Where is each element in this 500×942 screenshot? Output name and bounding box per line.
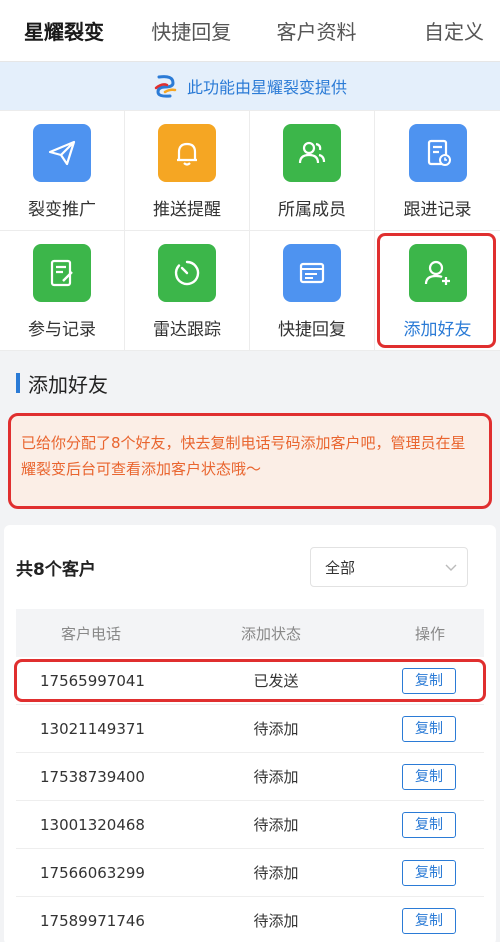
- tab-quick-reply[interactable]: 快捷回复: [151, 16, 276, 45]
- section-accent-bar: [16, 373, 20, 393]
- copy-button[interactable]: 复制: [402, 667, 456, 694]
- tab-xingyao-liebian[interactable]: 星耀裂变: [24, 16, 151, 45]
- grid-item-label: 快捷回复: [278, 320, 346, 340]
- customer-phone: 13021149371: [40, 719, 145, 738]
- customer-phone: 13001320468: [40, 815, 145, 834]
- radar-icon: [158, 244, 216, 302]
- add-status: 已发送: [253, 672, 299, 690]
- copy-button[interactable]: 复制: [402, 715, 456, 742]
- record-icon: [408, 124, 467, 182]
- add-status: 待添加: [253, 768, 299, 786]
- section-header: 添加好友: [0, 353, 500, 413]
- copy-button[interactable]: 复制: [402, 907, 456, 934]
- table-row: 17589971746 待添加 复制: [16, 897, 484, 942]
- add-status: 待添加: [253, 864, 299, 882]
- edit-note-icon: [33, 244, 91, 302]
- grid-item-push-reminder[interactable]: 推送提醒: [125, 111, 250, 231]
- customer-phone: 17565997041: [40, 671, 145, 690]
- grid-item-add-friend[interactable]: 添加好友: [375, 231, 500, 351]
- copy-button[interactable]: 复制: [402, 811, 456, 838]
- status-filter-select[interactable]: 全部: [310, 547, 468, 587]
- brand-logo-icon: [154, 75, 177, 98]
- tab-customer-profile[interactable]: 客户资料: [277, 16, 416, 45]
- bell-icon: [158, 124, 216, 182]
- grid-item-quick-reply[interactable]: 快捷回复: [250, 231, 375, 351]
- table-row: 17565997041 已发送 复制: [14, 657, 486, 705]
- grid-item-label: 裂变推广: [28, 200, 96, 220]
- grid-item-label: 跟进记录: [403, 200, 472, 220]
- list-header: 共8个客户 全部: [16, 525, 484, 609]
- customer-list-card: 共8个客户 全部 客户电话 添加状态 操作 17565997041 已发送 复制…: [4, 525, 496, 942]
- send-icon: [33, 124, 91, 182]
- customer-phone: 17589971746: [40, 911, 145, 930]
- copy-button[interactable]: 复制: [402, 763, 456, 790]
- grid-item-label: 所属成员: [278, 200, 346, 220]
- grid-item-label: 推送提醒: [153, 200, 221, 220]
- grid-item-participation-record[interactable]: 参与记录: [0, 231, 125, 351]
- grid-item-label: 雷达跟踪: [153, 320, 221, 340]
- table-header: 客户电话 添加状态 操作: [16, 609, 484, 657]
- add-user-icon: [408, 244, 467, 302]
- add-status: 待添加: [253, 912, 299, 930]
- customer-phone: 17566063299: [40, 863, 145, 882]
- table-row: 13021149371 待添加 复制: [16, 705, 484, 753]
- grid-item-fission-promotion[interactable]: 裂变推广: [0, 111, 125, 231]
- section-title: 添加好友: [28, 372, 108, 397]
- customer-count: 共8个客户: [16, 559, 96, 580]
- table-row: 17538739400 待添加 复制: [16, 753, 484, 801]
- grid-item-label: 参与记录: [28, 320, 96, 340]
- column-header-phone: 客户电话: [60, 624, 121, 643]
- message-icon: [283, 244, 341, 302]
- notice-message: 已给你分配了8个好友，快去复制电话号码添加客户吧，管理员在星耀裂变后台可查看添加…: [8, 413, 492, 509]
- feature-grid: 裂变推广 推送提醒 所属成员 跟进记录 参与记录 雷达跟踪 快捷回复 添加好友: [0, 110, 500, 351]
- table-row: 17566063299 待添加 复制: [16, 849, 484, 897]
- add-status: 待添加: [253, 720, 299, 738]
- add-status: 待添加: [253, 816, 299, 834]
- status-filter-value: 全部: [325, 558, 356, 577]
- customer-phone: 17538739400: [40, 767, 145, 786]
- column-header-action: 操作: [414, 624, 445, 643]
- provider-banner: 此功能由星耀裂变提供: [0, 62, 500, 110]
- tab-custom[interactable]: 自定义: [416, 16, 484, 45]
- banner-text: 此功能由星耀裂变提供: [186, 78, 347, 97]
- grid-item-members[interactable]: 所属成员: [250, 111, 375, 231]
- copy-button[interactable]: 复制: [402, 859, 456, 886]
- column-header-status: 添加状态: [240, 624, 301, 643]
- grid-item-follow-up-record[interactable]: 跟进记录: [375, 111, 500, 231]
- users-icon: [283, 124, 341, 182]
- grid-item-radar-tracking[interactable]: 雷达跟踪: [125, 231, 250, 351]
- table-row: 13001320468 待添加 复制: [16, 801, 484, 849]
- top-tab-bar: 星耀裂变 快捷回复 客户资料 自定义: [0, 0, 500, 62]
- chevron-down-icon: [445, 564, 457, 571]
- grid-item-label: 添加好友: [403, 320, 472, 340]
